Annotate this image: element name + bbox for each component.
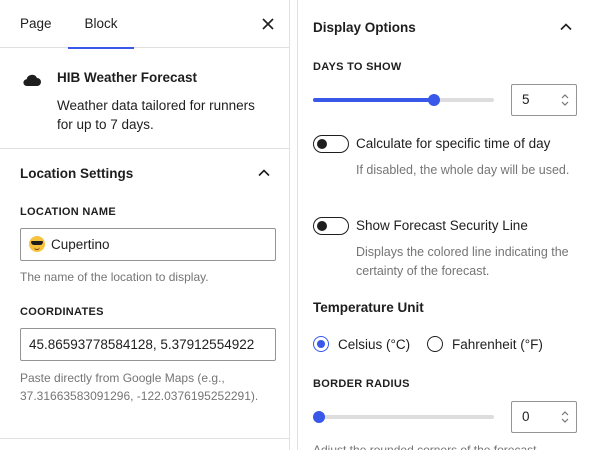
location-name-label: LOCATION NAME (20, 206, 116, 218)
celsius-radio[interactable] (313, 336, 329, 352)
fahrenheit-label[interactable]: Fahrenheit (°F) (452, 337, 543, 352)
close-icon[interactable] (258, 14, 278, 34)
days-to-show-label: DAYS TO SHOW (313, 61, 402, 73)
specific-time-toggle[interactable] (313, 135, 349, 153)
coordinates-value: 45.86593778584128, 5.37912554922 (29, 337, 255, 352)
celsius-label[interactable]: Celsius (°C) (338, 337, 410, 352)
days-to-show-slider-fill (313, 98, 434, 102)
display-options-title[interactable]: Display Options (313, 20, 416, 35)
chevron-up-icon[interactable] (559, 22, 573, 32)
divider (0, 438, 290, 439)
cloud-icon (23, 74, 41, 87)
coordinates-label: COORDINATES (20, 306, 104, 318)
block-description: Weather data tailored for runners for up… (57, 98, 255, 132)
border-radius-slider-thumb[interactable] (313, 411, 325, 423)
spinner-arrows-icon[interactable] (560, 410, 570, 424)
coordinates-help: Paste directly from Google Maps (e.g., 3… (20, 371, 259, 403)
block-settings-panel: Page Block HIB Weather Forecast Weather … (0, 0, 290, 450)
temperature-unit-title: Temperature Unit (313, 300, 424, 315)
border-radius-number-input[interactable]: 0 (511, 401, 577, 433)
tab-page[interactable]: Page (20, 0, 52, 48)
border-radius-help: Adjust the rounded corners of the foreca… (313, 443, 537, 450)
days-to-show-number-input[interactable]: 5 (511, 84, 577, 116)
chevron-up-icon[interactable] (257, 168, 271, 178)
days-to-show-slider-thumb[interactable] (428, 94, 440, 106)
days-to-show-slider[interactable] (313, 94, 494, 106)
tab-block[interactable]: Block (68, 0, 134, 49)
sunglasses-emoji-icon (29, 236, 45, 252)
specific-time-help: If disabled, the whole day will be used. (356, 163, 570, 177)
location-settings-title[interactable]: Location Settings (20, 166, 133, 181)
security-line-label[interactable]: Show Forecast Security Line (356, 218, 528, 233)
security-line-toggle[interactable] (313, 217, 349, 235)
divider (0, 148, 290, 149)
border-radius-label: BORDER RADIUS (313, 378, 410, 390)
border-radius-value: 0 (522, 409, 530, 424)
location-name-help: The name of the location to display. (20, 270, 209, 284)
security-line-help: Displays the colored line indicating the… (356, 245, 569, 278)
location-name-value: Cupertino (51, 237, 110, 252)
fahrenheit-radio[interactable] (427, 336, 443, 352)
spinner-arrows-icon[interactable] (560, 93, 570, 107)
border-radius-slider[interactable] (313, 411, 494, 423)
specific-time-label[interactable]: Calculate for specific time of day (356, 136, 550, 151)
block-title: HIB Weather Forecast (57, 70, 198, 85)
days-to-show-value: 5 (522, 92, 530, 107)
coordinates-input[interactable]: 45.86593778584128, 5.37912554922 (20, 328, 276, 361)
display-options-panel: Display Options DAYS TO SHOW 5 Calculate… (297, 0, 600, 450)
location-name-input[interactable]: Cupertino (20, 228, 276, 261)
sidebar-tabs: Page Block (0, 0, 290, 49)
